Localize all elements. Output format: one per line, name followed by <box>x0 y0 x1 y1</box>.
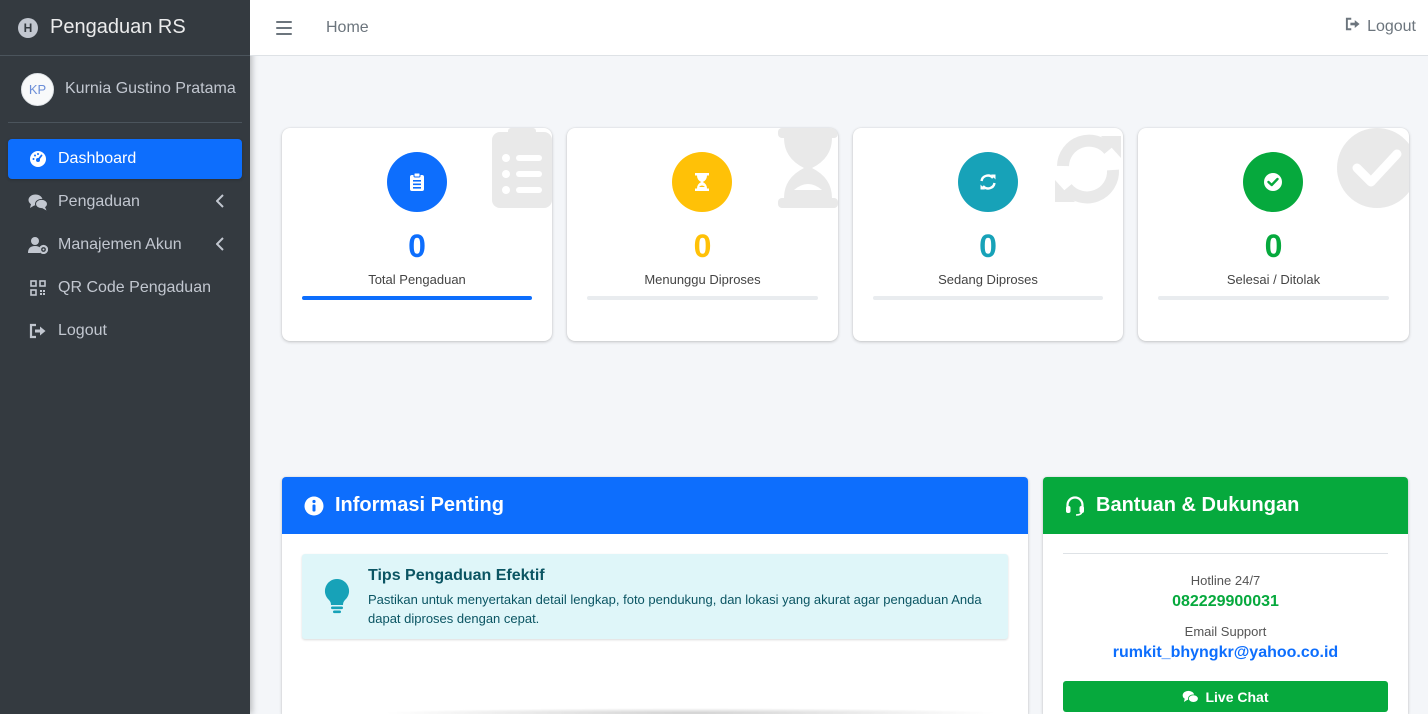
clipboard-list-icon <box>490 128 552 213</box>
tip-callout: Tips Pengaduan Efektif Pastikan untuk me… <box>302 554 1008 639</box>
sidebar-item-dashboard[interactable]: Dashboard <box>8 139 242 179</box>
users-cog-icon <box>28 235 48 255</box>
lightbulb-icon <box>324 578 350 619</box>
info-circle-icon <box>304 496 324 516</box>
live-chat-button[interactable]: Live Chat <box>1063 681 1388 712</box>
sidebar-item-label: Manajemen Akun <box>58 236 182 253</box>
brand-title: Pengaduan RS <box>50 16 186 38</box>
sidebar-item-logout[interactable]: Logout <box>8 311 242 351</box>
stat-icon-circle <box>1243 152 1303 212</box>
stat-card-selesai: 0 Selesai / Ditolak <box>1138 128 1409 341</box>
hospital-logo-icon: H <box>18 17 38 38</box>
stat-progress <box>1158 296 1389 300</box>
stat-card-sedang: 0 Sedang Diproses <box>853 128 1123 341</box>
sidebar-item-label: Pengaduan <box>58 193 140 210</box>
hourglass-small-icon <box>695 173 709 191</box>
top-navbar: Home Logout <box>250 0 1428 56</box>
hotline-label: Hotline 24/7 <box>1190 573 1261 588</box>
user-name: Kurnia Gustino Pratama <box>65 80 236 97</box>
sidebar-nav: Dashboard Pengaduan Manajemen Akun QR Co… <box>0 123 250 351</box>
stat-value: 0 <box>979 228 997 264</box>
info-panel: Informasi Penting Tips Pengaduan Efektif… <box>282 477 1028 714</box>
comments-icon <box>1182 690 1200 704</box>
sidebar: H Pengaduan RS KP Kurnia Gustino Pratama… <box>0 0 250 714</box>
support-panel-title: Bantuan & Dukungan <box>1096 494 1300 516</box>
sign-out-icon <box>1345 17 1361 36</box>
sidebar-item-manajemen-akun[interactable]: Manajemen Akun <box>8 225 242 265</box>
hotline-value[interactable]: 082229900031 <box>1043 593 1408 611</box>
avatar: KP <box>21 72 54 106</box>
qrcode-icon <box>28 278 48 298</box>
stat-label: Menunggu Diproses <box>644 272 761 287</box>
stat-progress <box>587 296 818 300</box>
tip-title: Tips Pengaduan Efektif <box>368 567 545 584</box>
sidebar-item-qr-code[interactable]: QR Code Pengaduan <box>8 268 242 308</box>
home-link[interactable]: Home <box>326 19 369 37</box>
stat-icon-circle <box>958 152 1018 212</box>
email-label: Email Support <box>1184 624 1267 639</box>
sidebar-item-label: Logout <box>58 322 107 339</box>
tip-text: Pastikan untuk menyertakan detail lengka… <box>368 592 982 626</box>
clipboard-icon <box>410 172 424 191</box>
check-circle-icon <box>1337 128 1409 213</box>
brand-link[interactable]: H Pengaduan RS <box>0 0 250 56</box>
stat-label: Selesai / Ditolak <box>1226 272 1321 287</box>
stat-card-total: 0 Total Pengaduan <box>282 128 552 341</box>
sign-out-icon <box>28 321 48 341</box>
user-panel[interactable]: KP Kurnia Gustino Pratama <box>8 56 242 123</box>
hourglass-icon <box>778 128 838 213</box>
sidebar-item-label: Dashboard <box>58 150 137 167</box>
stat-label: Total Pengaduan <box>368 272 466 287</box>
stat-card-menunggu: 0 Menunggu Diproses <box>567 128 838 341</box>
sidebar-item-pengaduan[interactable]: Pengaduan <box>8 182 242 222</box>
info-panel-title: Informasi Penting <box>335 494 504 516</box>
stat-value: 0 <box>693 228 712 264</box>
gauge-icon <box>28 149 48 169</box>
scroll-shadow <box>380 708 1000 714</box>
divider <box>1063 553 1388 554</box>
stat-icon-circle <box>387 152 447 212</box>
sync-icon <box>1051 128 1123 213</box>
sidebar-item-label: QR Code Pengaduan <box>58 279 211 296</box>
logout-label: Logout <box>1367 17 1416 35</box>
stat-value: 0 <box>408 228 426 264</box>
email-value[interactable]: rumkit_bhyngkr@yahoo.co.id <box>1043 644 1408 662</box>
logout-link[interactable]: Logout <box>1345 17 1416 36</box>
stat-label: Sedang Diproses <box>938 272 1038 287</box>
support-panel-header: Bantuan & Dukungan <box>1043 477 1408 534</box>
support-panel: Bantuan & Dukungan Hotline 24/7 08222990… <box>1043 477 1408 714</box>
stat-progress <box>873 296 1103 300</box>
headset-icon <box>1065 495 1085 516</box>
chevron-left-icon <box>215 237 224 256</box>
live-chat-label: Live Chat <box>1205 688 1269 705</box>
check-small-icon <box>1264 173 1282 191</box>
chevron-left-icon <box>215 194 224 213</box>
menu-toggle-icon[interactable] <box>276 20 292 35</box>
sync-small-icon <box>980 174 996 190</box>
stat-progress <box>302 296 532 300</box>
stat-value: 0 <box>1264 228 1283 264</box>
info-panel-header: Informasi Penting <box>282 477 1028 534</box>
stat-icon-circle <box>672 152 732 212</box>
comments-icon <box>28 192 48 212</box>
